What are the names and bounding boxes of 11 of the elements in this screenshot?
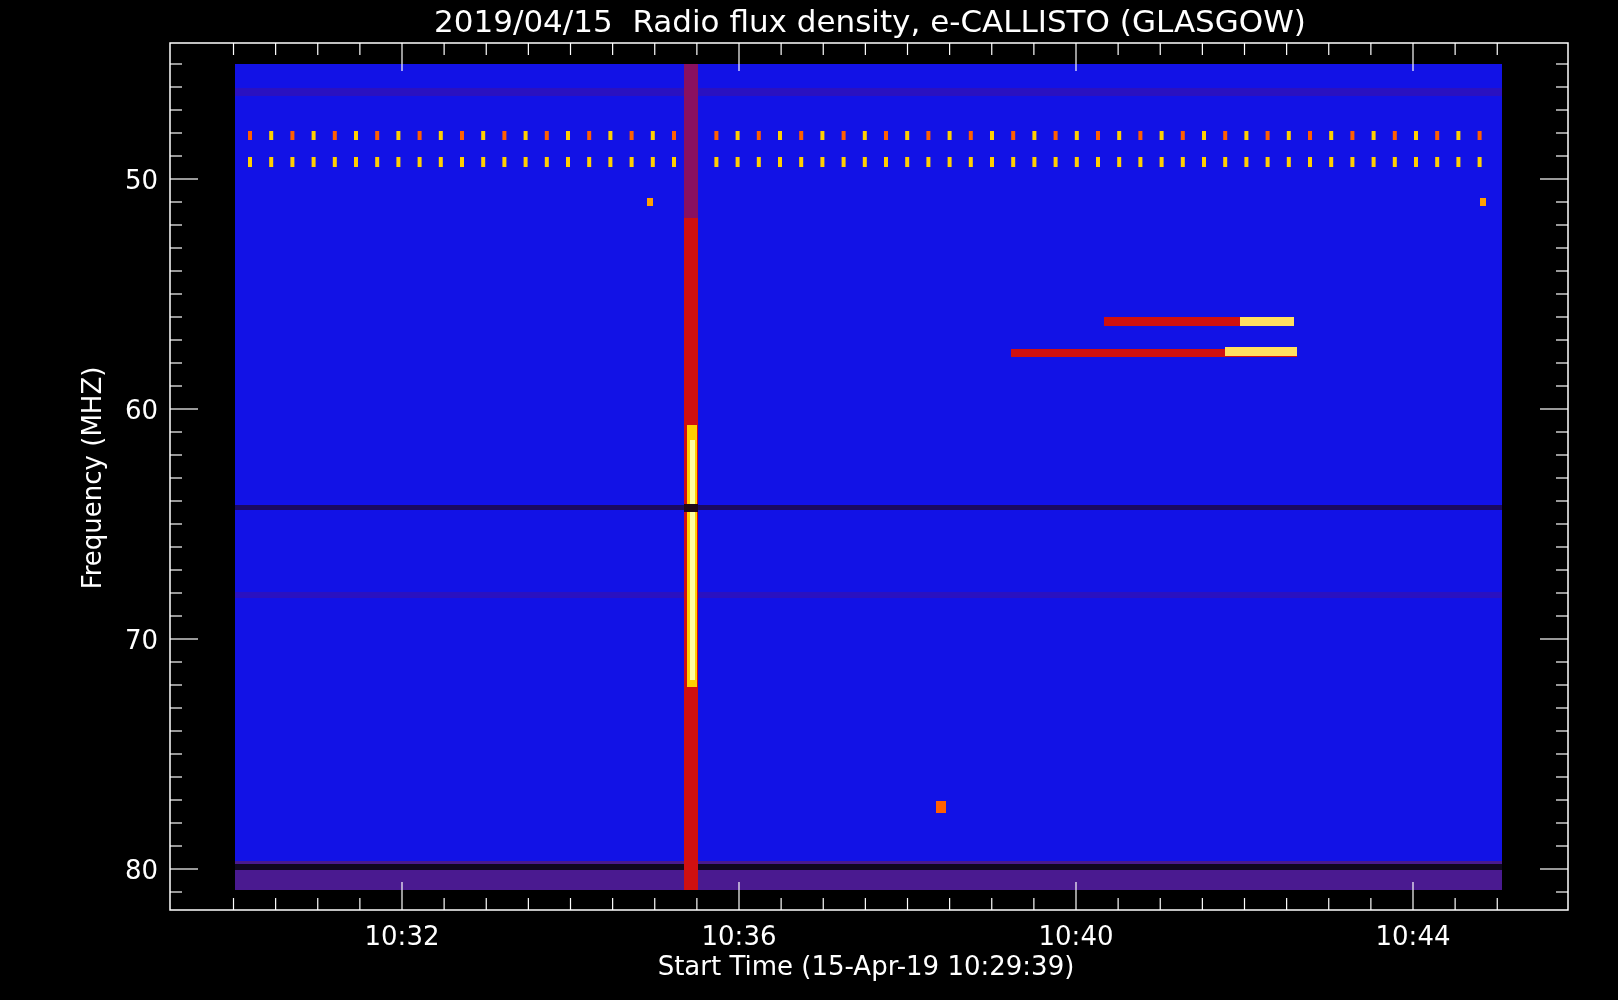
x-tick-label: 10:32 — [364, 921, 440, 951]
y-axis-label: Frequency (MHZ) — [77, 366, 107, 590]
chart-title: 2019/04/15 Radio flux density, e-CALLISTO (GLASGOW) — [434, 3, 1306, 39]
y-tick-label: 80 — [124, 855, 158, 885]
x-tick-label: 10:36 — [701, 921, 777, 951]
y-tick-label: 60 — [124, 395, 158, 425]
y-tick-label: 50 — [124, 165, 158, 195]
y-tick-label: 70 — [124, 625, 158, 655]
x-tick-label: 10:44 — [1375, 921, 1451, 951]
x-axis-label: Start Time (15-Apr-19 10:29:39) — [657, 951, 1075, 981]
x-tick-label: 10:40 — [1038, 921, 1114, 951]
